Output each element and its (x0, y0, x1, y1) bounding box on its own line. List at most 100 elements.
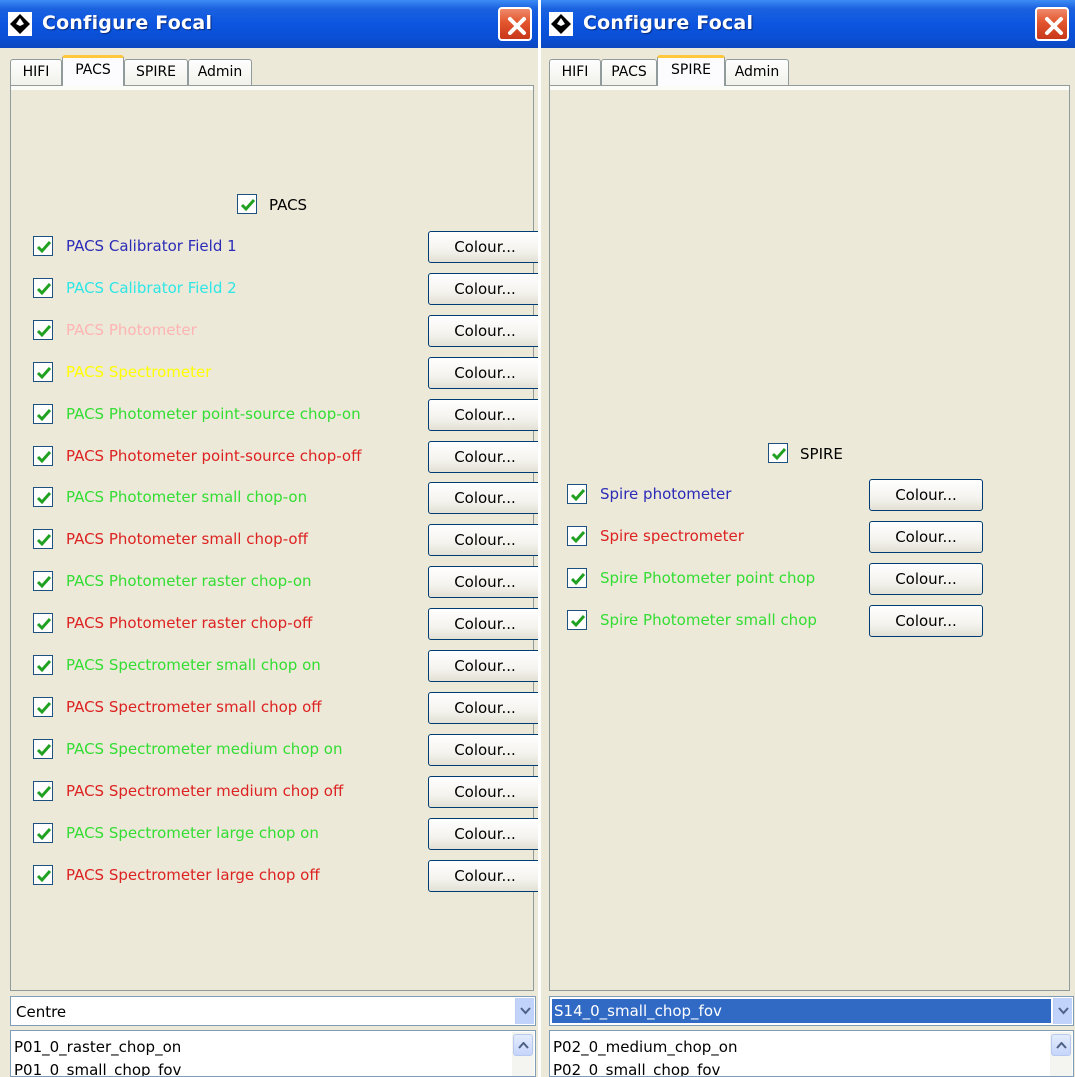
list-item[interactable]: P01_0_small_chop_fov (14, 1061, 181, 1076)
close-icon (508, 17, 526, 35)
colour-button[interactable]: Colour... (428, 608, 538, 641)
colour-button[interactable]: Colour... (428, 440, 538, 473)
item-checkbox[interactable] (567, 484, 587, 504)
item-row: PACS Photometer raster chop-off Colour... (33, 608, 538, 641)
item-label: PACS Calibrator Field 1 (66, 237, 237, 255)
item-row: PACS Spectrometer medium chop off Colour.… (33, 775, 538, 808)
item-checkbox[interactable] (33, 738, 53, 759)
checkmark-icon (36, 450, 52, 463)
item-checkbox[interactable] (33, 236, 53, 256)
colour-button[interactable]: Colour... (869, 562, 983, 595)
colour-button[interactable]: Colour... (428, 314, 538, 347)
item-checkbox[interactable] (33, 487, 53, 508)
tab-pacs[interactable]: PACS (62, 55, 124, 86)
item-label: PACS Spectrometer large chop off (66, 865, 320, 884)
focal-select-value: S14_0_small_chop_fov (552, 999, 1051, 1023)
item-checkbox[interactable] (33, 696, 53, 717)
item-label: Spire photometer (600, 485, 732, 503)
item-checkbox[interactable] (567, 567, 587, 588)
checkmark-icon (771, 448, 787, 461)
item-checkbox[interactable] (567, 609, 587, 630)
window-title: Configure Focal (42, 12, 213, 34)
item-checkbox[interactable] (33, 780, 53, 801)
item-checkbox[interactable] (33, 864, 53, 885)
colour-button[interactable]: Colour... (428, 859, 538, 892)
item-label: PACS Spectrometer large chop on (66, 823, 319, 842)
fov-list[interactable]: P02_0_medium_chop_on P02_0_small_chop_fo… (549, 1030, 1074, 1077)
close-icon (1045, 17, 1063, 35)
item-checkbox[interactable] (33, 822, 53, 843)
scroll-up-button[interactable] (513, 1034, 533, 1056)
scrollbar[interactable] (512, 1032, 534, 1076)
close-button[interactable] (1035, 7, 1069, 41)
checkmark-icon (36, 785, 52, 798)
chevron-down-icon[interactable] (515, 998, 534, 1024)
checkmark-icon (570, 489, 586, 502)
item-checkbox[interactable] (33, 529, 53, 550)
focal-select-value: Centre (16, 1003, 67, 1021)
colour-button[interactable]: Colour... (428, 650, 538, 682)
list-item[interactable]: P02_0_small_chop_fov (553, 1061, 720, 1076)
fov-list[interactable]: P01_0_raster_chop_on P01_0_small_chop_fo… (10, 1030, 536, 1077)
colour-button[interactable]: Colour... (428, 356, 538, 389)
colour-button[interactable]: Colour... (428, 775, 538, 808)
item-checkbox[interactable] (33, 361, 53, 382)
colour-button[interactable]: Colour... (428, 566, 538, 599)
list-item[interactable]: P01_0_raster_chop_on (14, 1038, 181, 1056)
item-checkbox[interactable] (567, 525, 587, 546)
item-checkbox[interactable] (33, 319, 53, 340)
checkmark-icon (36, 743, 52, 756)
item-row: PACS Calibrator Field 1 Colour... (33, 231, 538, 263)
checkmark-icon (36, 869, 52, 882)
item-checkbox[interactable] (33, 277, 53, 298)
checkmark-icon (36, 324, 52, 337)
colour-button[interactable]: Colour... (428, 272, 538, 305)
tab-hifi[interactable]: HIFI (549, 59, 601, 86)
scroll-up-button[interactable] (1051, 1034, 1071, 1056)
tab-hifi[interactable]: HIFI (10, 59, 62, 86)
focal-select[interactable]: Centre (10, 996, 536, 1026)
item-row: Spire Photometer point chop Colour... (567, 562, 983, 595)
item-row: PACS Spectrometer small chop off Colour..… (33, 691, 538, 724)
tab-spire[interactable]: SPIRE (124, 59, 188, 86)
colour-button[interactable]: Colour... (869, 604, 983, 637)
colour-button[interactable]: Colour... (869, 479, 983, 511)
list-item[interactable]: P02_0_medium_chop_on (553, 1038, 737, 1056)
close-button[interactable] (498, 7, 532, 41)
pacs-master-checkbox[interactable] (237, 194, 257, 214)
checkmark-icon (36, 282, 52, 296)
item-row: PACS Spectrometer Colour... (33, 356, 538, 389)
checkmark-icon (36, 660, 52, 673)
focal-select[interactable]: S14_0_small_chop_fov (549, 996, 1074, 1026)
colour-button[interactable]: Colour... (428, 398, 538, 431)
tab-admin[interactable]: Admin (188, 59, 252, 86)
item-label: Spire spectrometer (600, 526, 744, 545)
chevron-down-icon[interactable] (1053, 998, 1072, 1024)
colour-button[interactable]: Colour... (428, 482, 538, 515)
item-row: Spire spectrometer Colour... (567, 520, 983, 553)
tab-pacs[interactable]: PACS (601, 59, 657, 86)
checkmark-icon (36, 492, 52, 505)
scrollbar[interactable] (1050, 1032, 1072, 1076)
item-label: PACS Photometer raster chop-on (66, 572, 312, 591)
colour-button[interactable]: Colour... (869, 520, 983, 553)
checkmark-icon (240, 199, 256, 212)
checkmark-icon (36, 366, 52, 379)
colour-button[interactable]: Colour... (428, 231, 538, 263)
colour-button[interactable]: Colour... (428, 524, 538, 557)
item-label: PACS Photometer small chop-on (66, 488, 308, 507)
item-label: PACS Spectrometer medium chop off (66, 781, 344, 800)
spire-master-checkbox[interactable] (768, 443, 788, 463)
colour-button[interactable]: Colour... (428, 691, 538, 724)
item-checkbox[interactable] (33, 403, 53, 424)
tab-spire[interactable]: SPIRE (657, 55, 725, 86)
item-checkbox[interactable] (33, 445, 53, 466)
tab-admin[interactable]: Admin (725, 59, 789, 86)
colour-button[interactable]: Colour... (428, 817, 538, 850)
checkmark-icon (36, 701, 52, 715)
item-checkbox[interactable] (33, 655, 53, 675)
item-checkbox[interactable] (33, 613, 53, 634)
colour-button[interactable]: Colour... (428, 733, 538, 766)
item-checkbox[interactable] (33, 571, 53, 592)
item-label: PACS Calibrator Field 2 (66, 278, 237, 297)
